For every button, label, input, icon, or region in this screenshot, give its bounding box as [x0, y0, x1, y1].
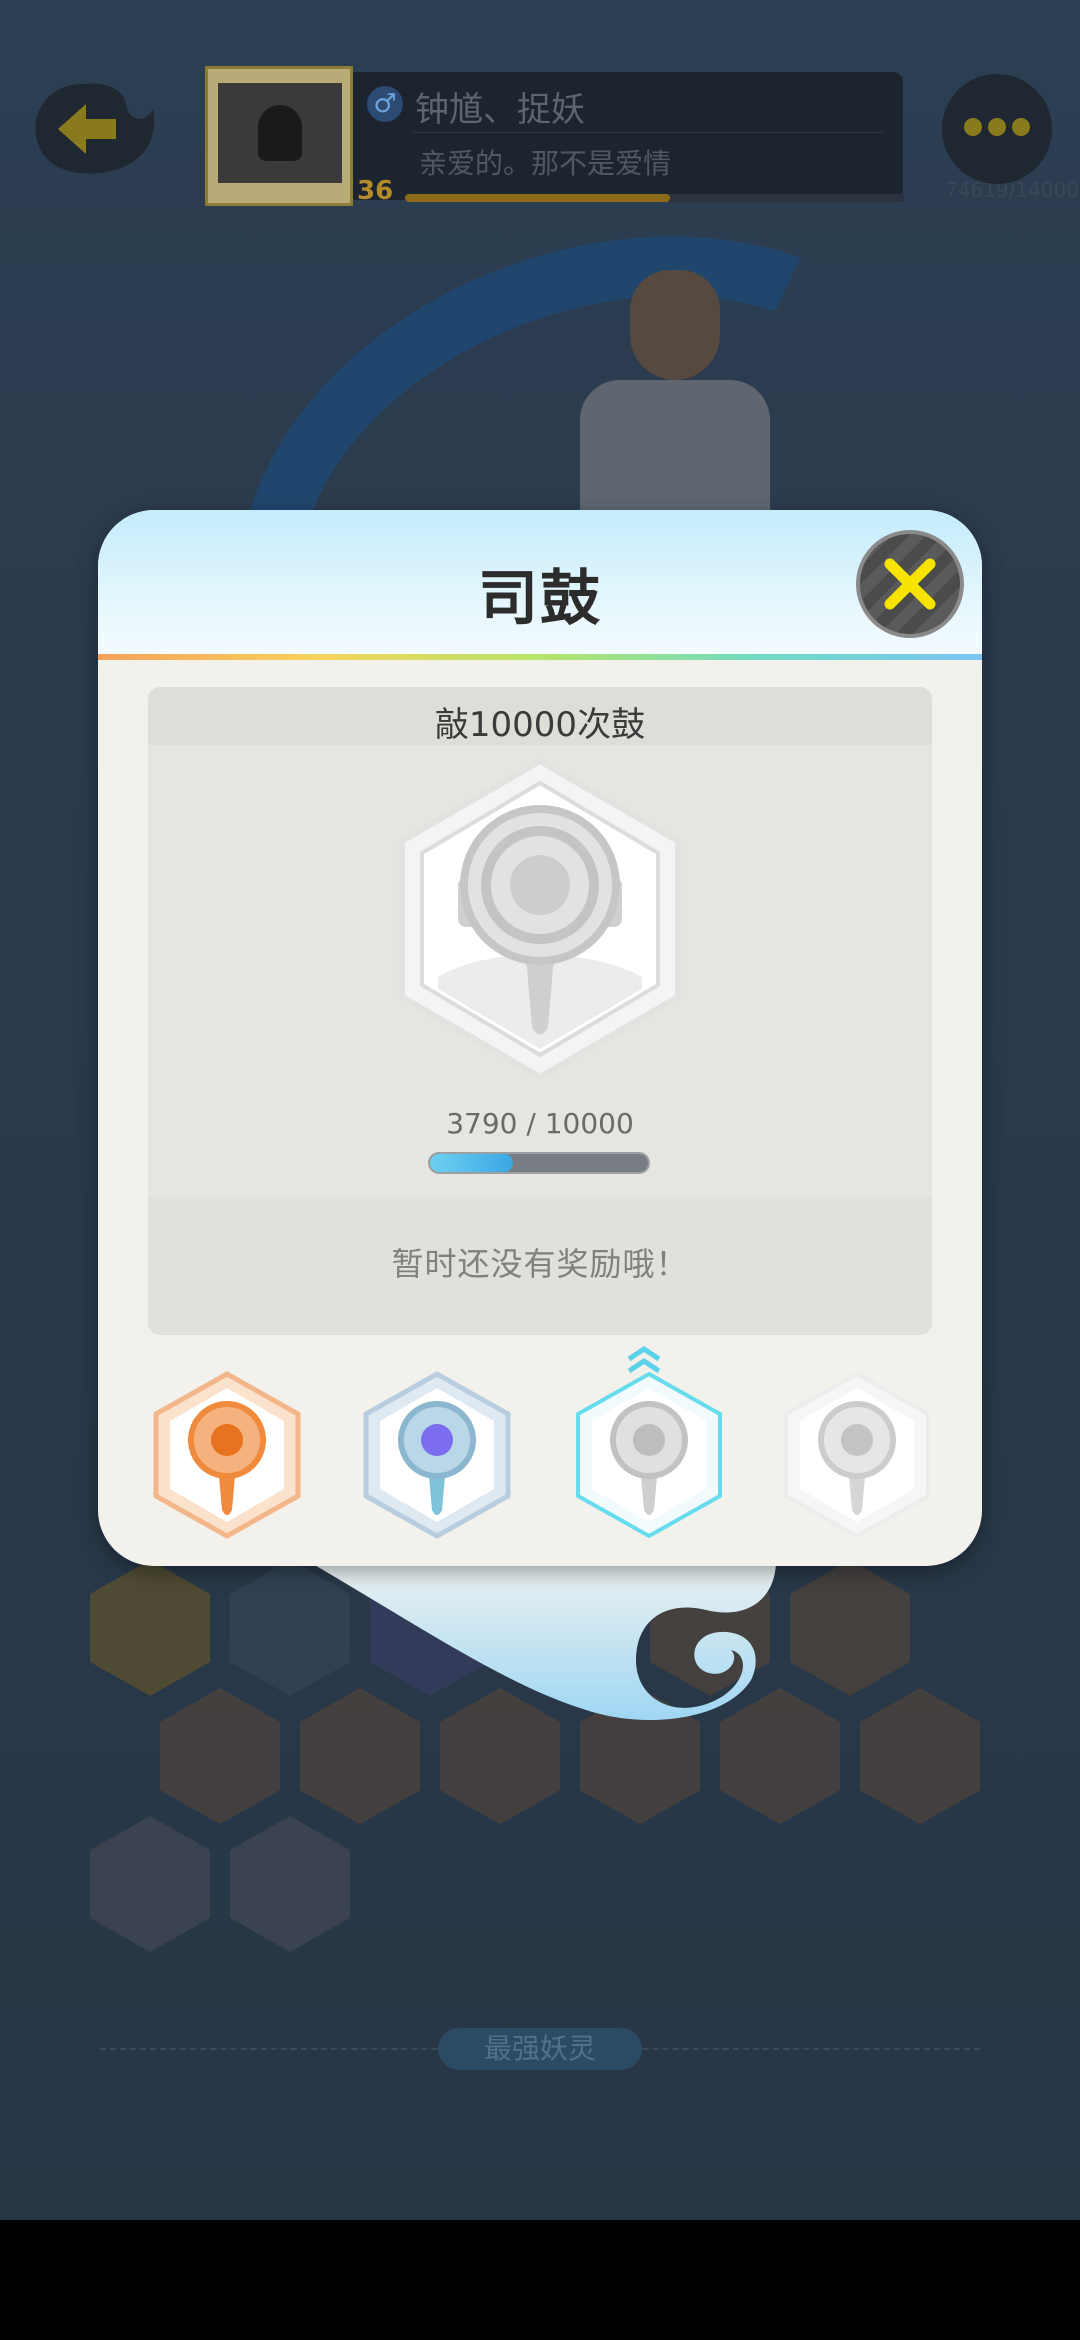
divider: [413, 132, 883, 133]
profile-panel: ♂ 钟馗、捉妖 亲爱的。那不是爱情: [353, 72, 903, 200]
strongest-section-header: 最强妖灵: [100, 2028, 980, 2070]
badge-tile[interactable]: [230, 1816, 350, 1952]
tier-badge-silver[interactable]: [362, 1370, 512, 1540]
badge-tile[interactable]: [860, 1688, 980, 1824]
rainbow-divider: [98, 654, 982, 660]
player-motto: 亲爱的。那不是爱情: [419, 147, 672, 180]
progress-bar: [428, 1152, 650, 1174]
xp-bar: [405, 194, 905, 202]
character-avatar: [570, 270, 780, 530]
ellipsis-icon: [964, 118, 1030, 140]
reward-text: 暂时还没有奖励哦！: [391, 1245, 689, 1283]
progress-text: 3790 / 10000: [446, 1107, 634, 1140]
achievement-requirement: 敲10000次鼓: [434, 705, 646, 745]
drum-badge-icon: [399, 757, 681, 1081]
level-badge: 36: [357, 176, 394, 206]
male-icon: ♂: [367, 86, 403, 122]
modal-tail-decoration: [306, 1560, 776, 1720]
achievement-modal: 司鼓 敲10000次鼓 3790 / 10000 暂时还没有奖励哦！: [98, 510, 982, 1566]
close-icon: [884, 558, 936, 610]
system-navigation-bar: [0, 2220, 1080, 2340]
more-options-button[interactable]: [942, 74, 1052, 184]
badge-tile[interactable]: [90, 1560, 210, 1696]
close-button[interactable]: [856, 530, 964, 638]
badge-tile[interactable]: [790, 1560, 910, 1696]
back-button[interactable]: [28, 74, 168, 184]
badge-tile[interactable]: [160, 1688, 280, 1824]
tier-badge-current[interactable]: [574, 1370, 724, 1540]
progress-fill: [430, 1154, 513, 1172]
tier-badge-bronze[interactable]: [152, 1370, 302, 1540]
section-label: 最强妖灵: [438, 2028, 642, 2070]
back-arrow-icon: [35, 83, 155, 174]
avatar[interactable]: [205, 66, 353, 206]
tier-badge-locked[interactable]: [782, 1370, 932, 1540]
player-name: 钟馗、捉妖: [415, 90, 585, 130]
player-profile[interactable]: ♂ 钟馗、捉妖 亲爱的。那不是爱情 36 74619/140000: [205, 66, 1080, 206]
achievement-detail-panel: 敲10000次鼓 3790 / 10000 暂时还没有奖励哦！: [148, 687, 932, 1335]
badge-tile[interactable]: [90, 1816, 210, 1952]
modal-title: 司鼓: [478, 564, 602, 634]
